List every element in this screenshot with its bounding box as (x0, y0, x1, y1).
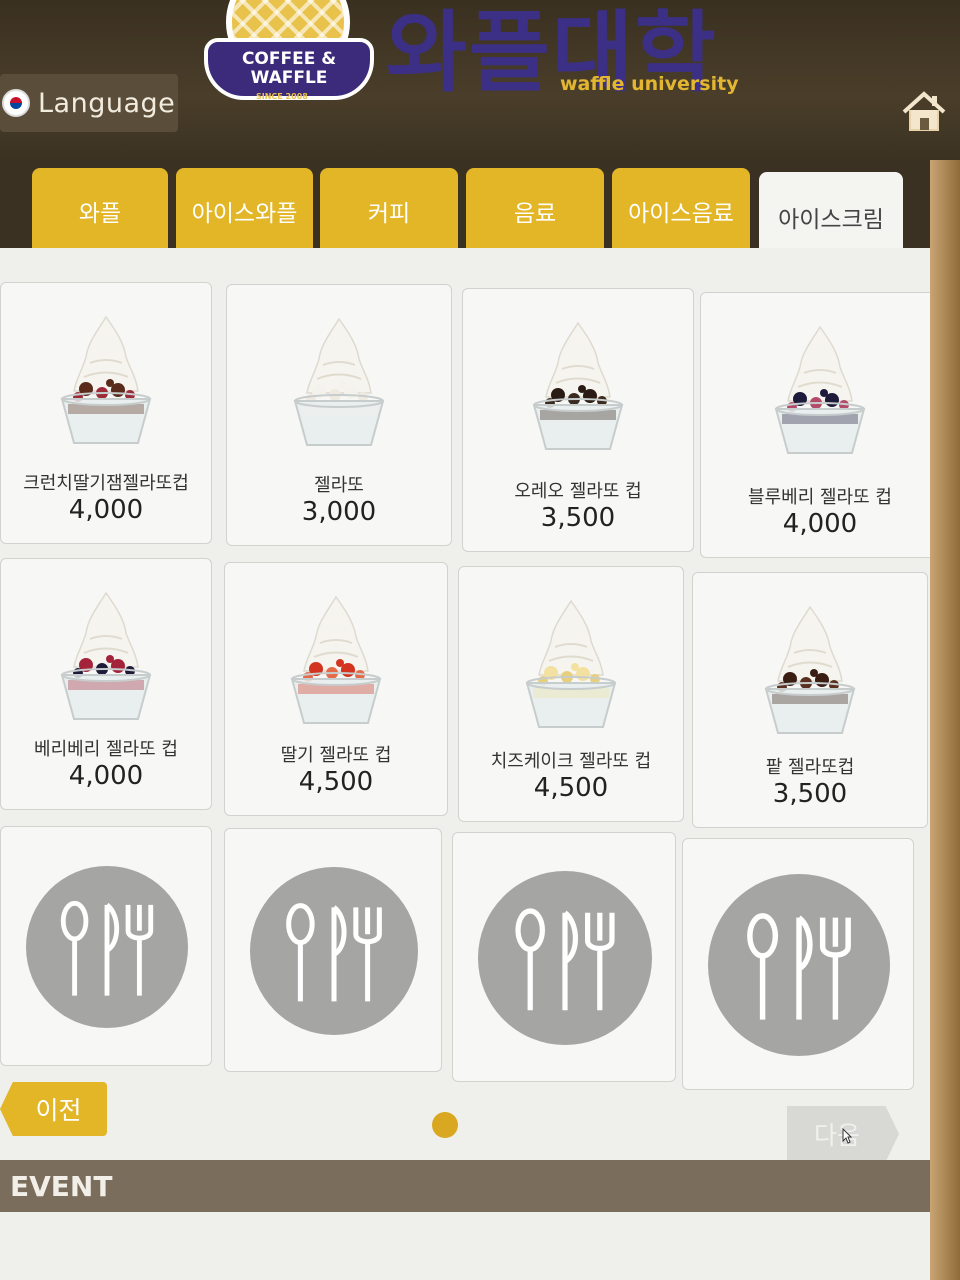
product-card[interactable]: 치즈케이크 젤라또 컵 4,500 (458, 566, 684, 822)
tab-4[interactable]: 음료 (466, 168, 604, 258)
event-label: EVENT (10, 1169, 113, 1203)
product-card[interactable]: 딸기 젤라또 컵 4,500 (224, 562, 448, 816)
language-label: Language (38, 87, 176, 119)
logo-line1: COFFEE & (241, 49, 337, 69)
empty-product-slot (452, 832, 676, 1082)
brand-logo: COFFEE & WAFFLE SINCE 2008 (204, 0, 374, 118)
tab-2[interactable]: 아이스와플 (176, 168, 313, 258)
cutlery-placeholder (250, 867, 418, 1035)
cutlery-placeholder (26, 866, 188, 1028)
gelato-cup-illustration (774, 325, 866, 454)
empty-product-slot (0, 826, 212, 1066)
kiosk-header: Language COFFEE & WAFFLE SINCE 2008 와플대학… (0, 0, 960, 160)
product-name: 베리베리 젤라또 컵 (34, 739, 178, 760)
korean-flag-icon (2, 89, 30, 117)
gelato-cup-image (46, 589, 166, 733)
cutlery-icon (747, 913, 851, 1020)
gelato-cup-image (760, 323, 880, 467)
tab-5[interactable]: 아이스음료 (612, 168, 750, 258)
product-price: 3,000 (301, 497, 377, 527)
product-card[interactable]: 베리베리 젤라또 컵 4,000 (0, 558, 212, 810)
product-name: 오레오 젤라또 컵 (514, 481, 642, 502)
gelato-cup-image (511, 597, 631, 741)
gelato-cup-illustration (525, 599, 617, 728)
product-card[interactable]: 젤라또 3,000 (226, 284, 452, 546)
product-price: 4,500 (298, 767, 374, 797)
product-price: 4,500 (533, 773, 609, 803)
product-card[interactable]: 오레오 젤라또 컵 3,500 (462, 288, 694, 552)
gelato-cup-illustration (60, 591, 152, 720)
cutlery-icon (60, 900, 154, 996)
tab-1[interactable]: 와플 (32, 168, 168, 258)
event-bar[interactable]: EVENT (0, 1160, 930, 1212)
event-area (0, 1212, 930, 1280)
product-price: 4,000 (782, 509, 858, 539)
gelato-cup-image (276, 593, 396, 737)
product-name: 젤라또 (314, 475, 364, 496)
gelato-cup-image (46, 313, 166, 457)
language-button[interactable]: Language (0, 74, 178, 132)
product-price: 3,500 (772, 779, 848, 809)
product-price: 4,000 (68, 495, 144, 525)
gelato-cup-image (518, 319, 638, 463)
gelato-cup-image (750, 603, 870, 747)
gelato-cup-image (279, 315, 399, 459)
kiosk-frame-edge (930, 160, 960, 1280)
gelato-cup-illustration (290, 595, 382, 724)
cutlery-icon (515, 908, 615, 1011)
prev-page-button[interactable]: 이전 (0, 1082, 107, 1136)
brand-name-english: waffle university (560, 73, 739, 95)
empty-product-slot (682, 838, 914, 1090)
cutlery-placeholder (708, 874, 890, 1056)
logo-line2: WAFFLE (250, 68, 328, 88)
empty-product-slot (224, 828, 442, 1072)
mouse-cursor-icon (842, 1128, 852, 1144)
product-price: 4,000 (68, 761, 144, 791)
product-card[interactable]: 크런치딸기잼젤라또컵 4,000 (0, 282, 212, 544)
gelato-cup-illustration (532, 321, 624, 450)
gelato-cup-illustration (293, 317, 385, 446)
logo-since: SINCE 2008 (256, 92, 308, 101)
product-card[interactable]: 블루베리 젤라또 컵 4,000 (700, 292, 940, 558)
gelato-cup-illustration (764, 605, 856, 734)
gelato-cup-illustration (60, 315, 152, 444)
logo-ribbon: COFFEE & WAFFLE (204, 38, 374, 100)
page-indicator-dot (432, 1112, 458, 1138)
tab-3[interactable]: 커피 (320, 168, 458, 258)
product-name: 크런치딸기잼젤라또컵 (23, 473, 189, 494)
home-icon[interactable] (900, 88, 948, 136)
product-name: 딸기 젤라또 컵 (280, 745, 392, 766)
product-name: 팥 젤라또컵 (765, 757, 855, 778)
cutlery-placeholder (478, 871, 652, 1045)
product-name: 치즈케이크 젤라또 컵 (490, 751, 652, 772)
product-card[interactable]: 팥 젤라또컵 3,500 (692, 572, 928, 828)
product-name: 블루베리 젤라또 컵 (748, 487, 892, 508)
cutlery-icon (286, 903, 382, 1002)
product-price: 3,500 (540, 503, 616, 533)
